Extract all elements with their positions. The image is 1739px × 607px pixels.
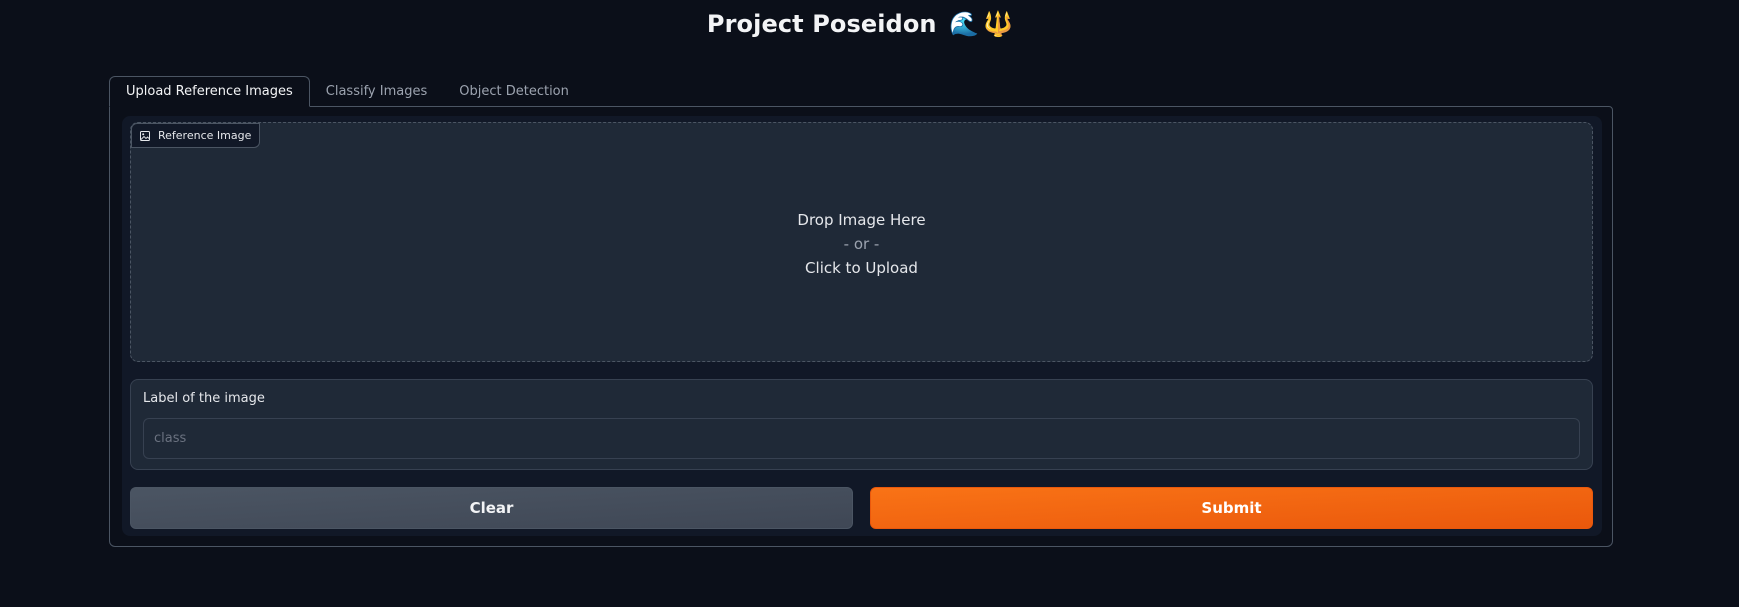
upload-form: Reference Image Drop Image Here - or - C… <box>122 116 1602 536</box>
trident-icon: 🔱 <box>983 10 1014 38</box>
tab-classify-images[interactable]: Classify Images <box>310 76 443 107</box>
reference-image-label-text: Reference Image <box>158 129 252 142</box>
or-divider-text: - or - <box>843 235 880 253</box>
drop-image-text: Drop Image Here <box>797 211 926 229</box>
reference-image-label: Reference Image <box>131 123 261 148</box>
image-label-title: Label of the image <box>143 391 265 406</box>
tab-bar: Upload Reference Images Classify Images … <box>109 76 585 107</box>
submit-button[interactable]: Submit <box>870 487 1593 529</box>
clear-button[interactable]: Clear <box>130 487 853 529</box>
title-text: Project Poseidon <box>706 10 937 38</box>
image-icon <box>140 130 150 141</box>
image-label-field: Label of the image <box>130 379 1593 470</box>
tab-panel: Reference Image Drop Image Here - or - C… <box>109 106 1613 547</box>
wave-icon: 🌊 <box>949 10 980 38</box>
click-to-upload-text: Click to Upload <box>805 259 918 277</box>
image-dropzone[interactable]: Reference Image Drop Image Here - or - C… <box>130 122 1593 362</box>
image-label-input[interactable] <box>143 418 1580 459</box>
page-title: Project Poseidon 🌊 🔱 <box>0 10 1720 38</box>
tab-upload-reference-images[interactable]: Upload Reference Images <box>109 76 310 107</box>
dropzone-instructions: Drop Image Here - or - Click to Upload <box>131 208 1592 280</box>
tab-object-detection[interactable]: Object Detection <box>443 76 585 107</box>
app-root: Project Poseidon 🌊 🔱 Upload Reference Ima… <box>0 0 1739 607</box>
